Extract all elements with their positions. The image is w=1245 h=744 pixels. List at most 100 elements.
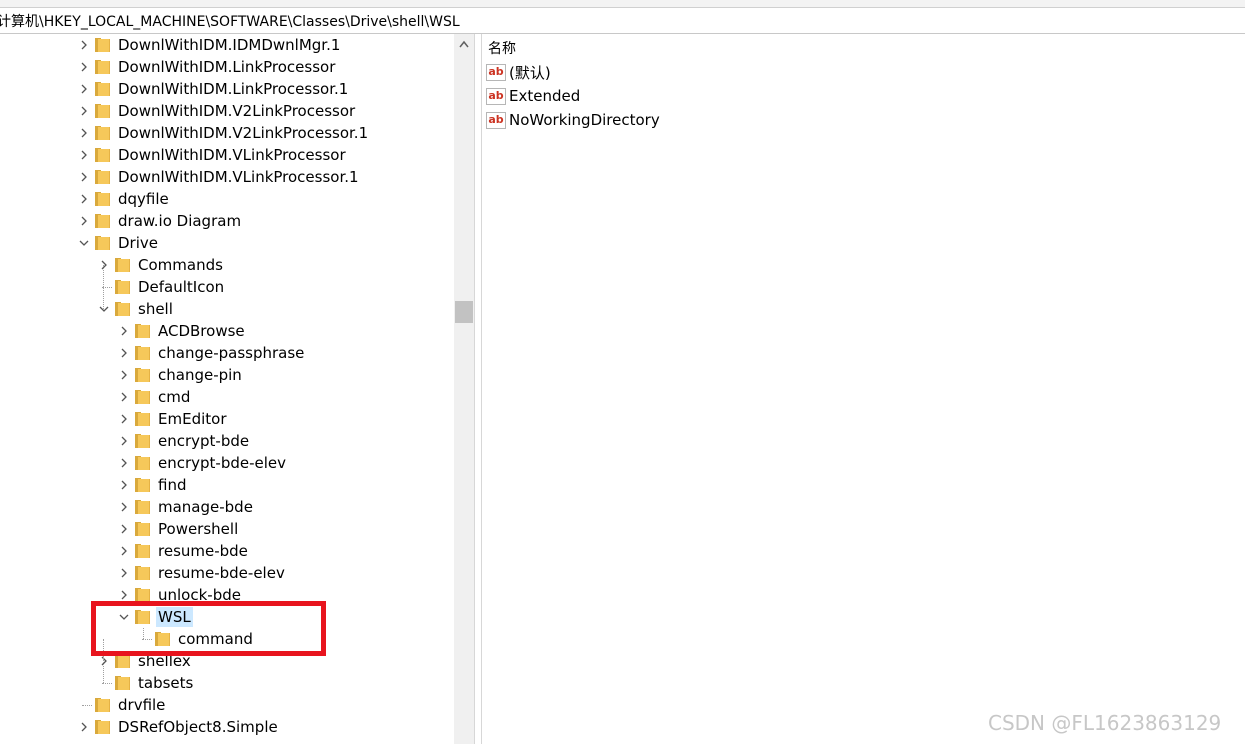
address-bar[interactable]: 计算机\HKEY_LOCAL_MACHINE\SOFTWARE\Classes\… bbox=[0, 7, 1245, 34]
tree-guide-line bbox=[102, 683, 112, 684]
folder-icon bbox=[135, 522, 150, 536]
tree-item[interactable]: DownlWithIDM.LinkProcessor.1 bbox=[78, 78, 438, 100]
value-row[interactable]: ab Extended bbox=[486, 85, 580, 107]
tree-item-label: Drive bbox=[118, 234, 158, 252]
chevron-right-icon[interactable] bbox=[118, 457, 130, 469]
chevron-right-icon[interactable] bbox=[78, 215, 90, 227]
address-path[interactable]: 计算机\HKEY_LOCAL_MACHINE\SOFTWARE\Classes\… bbox=[0, 11, 460, 31]
tree-item[interactable]: DSRefObject8.Simple bbox=[78, 716, 438, 738]
tree-guide-line bbox=[82, 705, 92, 706]
chevron-down-icon[interactable] bbox=[98, 303, 110, 315]
annotation-highlight-box bbox=[91, 601, 326, 656]
folder-icon bbox=[135, 500, 150, 514]
value-row[interactable]: ab (默认) bbox=[486, 61, 551, 83]
tree-item[interactable]: Powershell bbox=[118, 518, 454, 540]
chevron-right-icon[interactable] bbox=[78, 149, 90, 161]
tree-item[interactable]: change-pin bbox=[118, 364, 454, 386]
chevron-right-icon[interactable] bbox=[78, 193, 90, 205]
chevron-right-icon[interactable] bbox=[78, 127, 90, 139]
tree-item[interactable]: encrypt-bde-elev bbox=[118, 452, 454, 474]
tree-item[interactable]: DefaultIcon bbox=[98, 276, 454, 298]
tree-item-label: DownlWithIDM.V2LinkProcessor bbox=[118, 102, 356, 120]
chevron-right-icon[interactable] bbox=[78, 61, 90, 73]
chevron-down-icon[interactable] bbox=[78, 237, 90, 249]
tree-guide-line bbox=[103, 265, 104, 309]
tree-item-label: DownlWithIDM.IDMDwnlMgr.1 bbox=[118, 36, 341, 54]
chevron-right-icon[interactable] bbox=[118, 435, 130, 447]
chevron-right-icon[interactable] bbox=[118, 413, 130, 425]
tree-item[interactable]: resume-bde-elev bbox=[118, 562, 454, 584]
chevron-right-icon[interactable] bbox=[118, 589, 130, 601]
folder-icon bbox=[115, 676, 130, 690]
menu-bar bbox=[0, 0, 1245, 7]
tree-scrollbar[interactable] bbox=[454, 34, 474, 744]
chevron-right-icon[interactable] bbox=[118, 501, 130, 513]
tree-item[interactable]: tabsets bbox=[98, 672, 454, 694]
tree-item[interactable]: Drive bbox=[78, 232, 438, 254]
tree-item[interactable]: drvfile bbox=[78, 694, 438, 716]
tree-item[interactable]: DownlWithIDM.VLinkProcessor.1 bbox=[78, 166, 438, 188]
chevron-right-icon[interactable] bbox=[78, 171, 90, 183]
chevron-right-icon[interactable] bbox=[118, 391, 130, 403]
tree-item-label: cmd bbox=[158, 388, 191, 406]
tree-item-label: change-passphrase bbox=[158, 344, 305, 362]
string-value-icon: ab bbox=[486, 87, 506, 105]
folder-icon bbox=[95, 38, 110, 52]
tree-item[interactable]: resume-bde bbox=[118, 540, 454, 562]
folder-icon bbox=[95, 698, 110, 712]
chevron-right-icon[interactable] bbox=[98, 655, 110, 667]
tree-item-label: DSRefObject8.Simple bbox=[118, 718, 278, 736]
value-row[interactable]: ab NoWorkingDirectory bbox=[486, 109, 660, 131]
tree-item[interactable]: find bbox=[118, 474, 454, 496]
tree-item[interactable]: Commands bbox=[98, 254, 454, 276]
tree-item[interactable]: manage-bde bbox=[118, 496, 454, 518]
tree-item[interactable]: dqyfile bbox=[78, 188, 438, 210]
chevron-right-icon[interactable] bbox=[118, 523, 130, 535]
chevron-right-icon[interactable] bbox=[118, 479, 130, 491]
tree-item[interactable]: draw.io Diagram bbox=[78, 210, 438, 232]
values-pane[interactable]: 名称 ab (默认) ab Extended ab NoWorkingDirec… bbox=[482, 34, 1245, 744]
chevron-right-icon[interactable] bbox=[118, 545, 130, 557]
tree-item[interactable]: DownlWithIDM.IDMDwnlMgr.1 bbox=[78, 34, 438, 56]
tree-item-label: Commands bbox=[138, 256, 223, 274]
column-header-name[interactable]: 名称 bbox=[488, 38, 516, 58]
chevron-right-icon[interactable] bbox=[78, 721, 90, 733]
tree-item-label: DownlWithIDM.V2LinkProcessor.1 bbox=[118, 124, 369, 142]
folder-icon bbox=[135, 566, 150, 580]
tree-item[interactable]: shell bbox=[98, 298, 454, 320]
tree-item-label: encrypt-bde bbox=[158, 432, 250, 450]
value-name: (默认) bbox=[509, 63, 551, 82]
tree-item[interactable]: DownlWithIDM.V2LinkProcessor bbox=[78, 100, 438, 122]
tree-item[interactable]: DownlWithIDM.V2LinkProcessor.1 bbox=[78, 122, 438, 144]
string-value-icon: ab bbox=[486, 111, 506, 129]
tree-item[interactable]: cmd bbox=[118, 386, 454, 408]
tree-item-label: change-pin bbox=[158, 366, 242, 384]
folder-icon bbox=[95, 60, 110, 74]
folder-icon bbox=[135, 588, 150, 602]
tree-item[interactable]: change-passphrase bbox=[118, 342, 454, 364]
chevron-right-icon[interactable] bbox=[78, 105, 90, 117]
chevron-right-icon[interactable] bbox=[118, 325, 130, 337]
chevron-right-icon[interactable] bbox=[98, 259, 110, 271]
chevron-right-icon[interactable] bbox=[118, 369, 130, 381]
chevron-right-icon[interactable] bbox=[118, 347, 130, 359]
tree-item[interactable]: ACDBrowse bbox=[118, 320, 454, 342]
tree-item[interactable]: DownlWithIDM.VLinkProcessor bbox=[78, 144, 438, 166]
chevron-right-icon[interactable] bbox=[78, 83, 90, 95]
folder-icon bbox=[115, 280, 130, 294]
pane-splitter[interactable] bbox=[474, 34, 482, 744]
scroll-thumb[interactable] bbox=[455, 301, 473, 323]
chevron-right-icon[interactable] bbox=[78, 39, 90, 51]
tree-item-label: find bbox=[158, 476, 187, 494]
tree-item[interactable]: encrypt-bde bbox=[118, 430, 454, 452]
tree-item[interactable]: DownlWithIDM.LinkProcessor bbox=[78, 56, 438, 78]
tree-item-label: encrypt-bde-elev bbox=[158, 454, 287, 472]
scroll-up-arrow-icon[interactable] bbox=[454, 34, 474, 54]
tree-item-label: resume-bde-elev bbox=[158, 564, 285, 582]
tree-item-label: ACDBrowse bbox=[158, 322, 245, 340]
value-name: Extended bbox=[509, 87, 581, 105]
chevron-right-icon[interactable] bbox=[118, 567, 130, 579]
tree-item-label: DownlWithIDM.LinkProcessor bbox=[118, 58, 336, 76]
tree-item[interactable]: EmEditor bbox=[118, 408, 454, 430]
value-name: NoWorkingDirectory bbox=[509, 111, 660, 129]
